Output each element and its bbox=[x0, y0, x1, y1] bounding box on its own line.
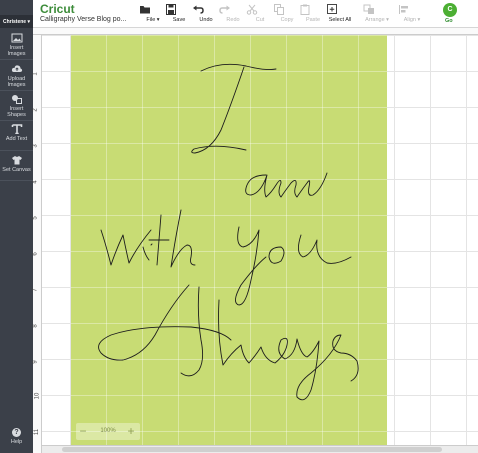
copy-icon bbox=[274, 4, 284, 15]
scissors-icon bbox=[246, 4, 258, 15]
arrange-label: Arrange bbox=[365, 17, 385, 23]
redo-label: Redo bbox=[226, 17, 240, 23]
align-label: Align bbox=[403, 17, 416, 23]
select-all-icon bbox=[327, 4, 337, 14]
chevron-down-icon: ▾ bbox=[26, 18, 30, 25]
redo-icon bbox=[219, 5, 230, 14]
divider bbox=[0, 120, 33, 121]
go-label[interactable]: Go bbox=[445, 18, 453, 24]
sidebar-item-insert-shapes[interactable]: Insert Shapes bbox=[0, 94, 33, 118]
zoom-out-button[interactable]: − bbox=[76, 423, 90, 440]
letter-I-stroke bbox=[191, 63, 277, 154]
user-menu[interactable]: Christene ▾ bbox=[0, 15, 33, 28]
scrollbar-thumb[interactable] bbox=[62, 447, 442, 452]
word-you-stroke bbox=[235, 226, 352, 306]
sidebar-item-label: Insert Shapes bbox=[7, 106, 26, 118]
file-label: File bbox=[146, 17, 156, 23]
text-icon bbox=[11, 124, 22, 134]
save-button[interactable]: Save bbox=[165, 4, 193, 23]
ruler-label: 1 bbox=[32, 72, 39, 76]
copy-button[interactable]: Copy bbox=[273, 4, 301, 23]
clipboard-icon bbox=[300, 4, 310, 15]
cricut-logo: Cricut bbox=[40, 2, 75, 16]
cut-label: Cut bbox=[255, 17, 265, 23]
word-with-stroke bbox=[100, 209, 196, 268]
sidebar-item-upload-images[interactable]: Upload Images bbox=[0, 64, 33, 88]
divider bbox=[0, 90, 33, 91]
go-button[interactable]: C bbox=[443, 3, 457, 17]
image-icon bbox=[11, 33, 22, 43]
ruler-label: 7 bbox=[32, 288, 39, 292]
horizontal-scrollbar[interactable] bbox=[42, 445, 478, 453]
upload-cloud-icon bbox=[11, 65, 22, 72]
ruler-label: 8 bbox=[32, 324, 39, 328]
user-name: Christene bbox=[3, 18, 27, 25]
sidebar-item-add-text[interactable]: Add Text bbox=[0, 124, 33, 142]
help-label: Help bbox=[10, 439, 23, 445]
left-ruler: 1 2 3 4 5 6 7 8 9 10 11 bbox=[33, 35, 42, 453]
ruler-label: 6 bbox=[32, 252, 39, 256]
zoom-control: − 100% + bbox=[76, 423, 140, 440]
select-all-button[interactable]: Select All bbox=[326, 4, 354, 23]
paste-button[interactable]: Paste bbox=[299, 4, 327, 23]
tshirt-icon bbox=[11, 156, 22, 165]
help-button[interactable]: ? Help bbox=[0, 428, 33, 445]
sidebar-item-label: Upload Images bbox=[7, 76, 26, 88]
sidebar-item-set-canvas[interactable]: Set Canvas bbox=[0, 155, 33, 173]
paste-label: Paste bbox=[305, 17, 321, 23]
ruler-label: 9 bbox=[32, 360, 39, 364]
ruler-label: 10 bbox=[34, 392, 41, 400]
save-icon bbox=[166, 4, 176, 15]
divider bbox=[0, 150, 33, 151]
sidebar-item-label: Insert Images bbox=[7, 45, 26, 57]
align-menu-button[interactable]: Align ▾ bbox=[398, 4, 426, 23]
undo-label: Undo bbox=[199, 17, 213, 23]
save-label: Save bbox=[172, 17, 186, 23]
left-sidebar: Christene ▾ Insert Images Upload Images … bbox=[0, 0, 33, 453]
sidebar-item-insert-images[interactable]: Insert Images bbox=[0, 33, 33, 57]
calligraphy-artwork[interactable] bbox=[71, 35, 387, 445]
ruler-label: 5 bbox=[32, 216, 39, 220]
word-am-stroke bbox=[245, 172, 328, 198]
undo-button[interactable]: Undo bbox=[192, 4, 220, 23]
help-icon: ? bbox=[12, 428, 21, 437]
word-always-stroke bbox=[98, 284, 359, 401]
zoom-level: 100% bbox=[100, 428, 116, 434]
ruler-label: 4 bbox=[32, 180, 39, 184]
select-all-label: Select All bbox=[328, 17, 352, 23]
arrange-icon bbox=[363, 4, 374, 14]
ruler-label: 3 bbox=[32, 144, 39, 148]
redo-button[interactable]: Redo bbox=[219, 4, 247, 23]
project-title: Calligraphy Verse Blog po... bbox=[40, 16, 127, 23]
shapes-icon bbox=[11, 95, 22, 104]
arrange-menu-button[interactable]: Arrange ▾ bbox=[363, 4, 391, 23]
file-menu-button[interactable]: File ▾ bbox=[139, 4, 167, 23]
undo-icon bbox=[193, 5, 204, 14]
ruler-label: 11 bbox=[34, 428, 41, 436]
divider bbox=[0, 59, 33, 60]
zoom-in-button[interactable]: + bbox=[124, 423, 138, 440]
top-toolbar: Cricut Calligraphy Verse Blog po... File… bbox=[33, 0, 478, 28]
sidebar-item-label: Set Canvas bbox=[2, 167, 31, 173]
align-icon bbox=[399, 5, 408, 14]
cut-button[interactable]: Cut bbox=[246, 4, 274, 23]
folder-icon bbox=[140, 6, 150, 14]
copy-label: Copy bbox=[280, 17, 294, 23]
ruler-label: 2 bbox=[32, 108, 39, 112]
divider bbox=[0, 180, 33, 181]
sidebar-item-label: Add Text bbox=[5, 136, 28, 142]
top-ruler bbox=[33, 28, 478, 35]
